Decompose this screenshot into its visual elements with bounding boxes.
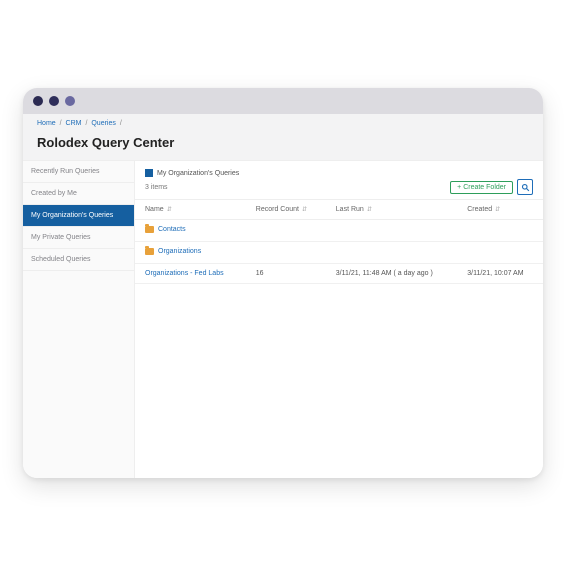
cell-record-count: 16 — [246, 264, 326, 284]
col-name[interactable]: Name⇵ — [135, 200, 246, 220]
breadcrumb-sep: / — [85, 120, 87, 127]
sidebar-item-created-by-me[interactable]: Created by Me — [23, 183, 134, 205]
sort-icon: ⇵ — [495, 207, 500, 213]
sidebar-item-scheduled-queries[interactable]: Scheduled Queries — [23, 249, 134, 271]
folder-icon — [145, 226, 154, 233]
sidebar-item-recently-run[interactable]: Recently Run Queries — [23, 161, 134, 183]
sidebar-item-private-queries[interactable]: My Private Queries — [23, 227, 134, 249]
breadcrumb: Home / CRM / Queries / — [23, 114, 543, 127]
window-dot — [33, 96, 43, 106]
browser-window: Home / CRM / Queries / Rolodex Query Cen… — [23, 88, 543, 478]
sidebar-item-org-queries[interactable]: My Organization's Queries — [23, 205, 134, 227]
query-table: Name⇵ Record Count⇵ Last Run⇵ Created⇵ C… — [135, 199, 543, 284]
cell-last-run: 3/11/21, 11:48 AM ( a day ago ) — [326, 264, 457, 284]
item-count: 3 items — [145, 184, 168, 191]
main-panel: My Organization's Queries 3 items + Crea… — [135, 161, 543, 478]
folder-link[interactable]: Contacts — [145, 226, 186, 233]
window-dot — [65, 96, 75, 106]
col-created[interactable]: Created⇵ — [457, 200, 543, 220]
folder-root-icon — [145, 169, 153, 177]
table-row[interactable]: Contacts — [135, 220, 543, 242]
folder-breadcrumb-label: My Organization's Queries — [157, 170, 239, 177]
folder-breadcrumb: My Organization's Queries — [145, 169, 533, 177]
query-link[interactable]: Organizations - Fed Labs — [145, 270, 224, 277]
create-folder-button[interactable]: + Create Folder — [450, 181, 513, 194]
breadcrumb-queries[interactable]: Queries — [91, 120, 116, 127]
sort-icon: ⇵ — [167, 207, 172, 213]
window-chrome — [23, 88, 543, 114]
cell-created: 3/11/21, 10:07 AM — [457, 264, 543, 284]
sidebar: Recently Run Queries Created by Me My Or… — [23, 161, 135, 478]
col-record-count[interactable]: Record Count⇵ — [246, 200, 326, 220]
folder-icon — [145, 248, 154, 255]
breadcrumb-sep: / — [60, 120, 62, 127]
content: Recently Run Queries Created by Me My Or… — [23, 160, 543, 478]
sort-icon: ⇵ — [367, 207, 372, 213]
window-dot — [49, 96, 59, 106]
breadcrumb-crm[interactable]: CRM — [66, 120, 82, 127]
breadcrumb-home[interactable]: Home — [37, 120, 56, 127]
sort-icon: ⇵ — [302, 207, 307, 213]
col-last-run[interactable]: Last Run⇵ — [326, 200, 457, 220]
page-title: Rolodex Query Center — [23, 127, 543, 160]
folder-link[interactable]: Organizations — [145, 248, 201, 255]
search-button[interactable] — [517, 179, 533, 195]
app-frame: Home / CRM / Queries / Rolodex Query Cen… — [23, 114, 543, 478]
breadcrumb-sep: / — [120, 120, 122, 127]
search-icon — [521, 183, 530, 192]
table-row[interactable]: Organizations — [135, 242, 543, 264]
table-row[interactable]: Organizations - Fed Labs 16 3/11/21, 11:… — [135, 264, 543, 284]
